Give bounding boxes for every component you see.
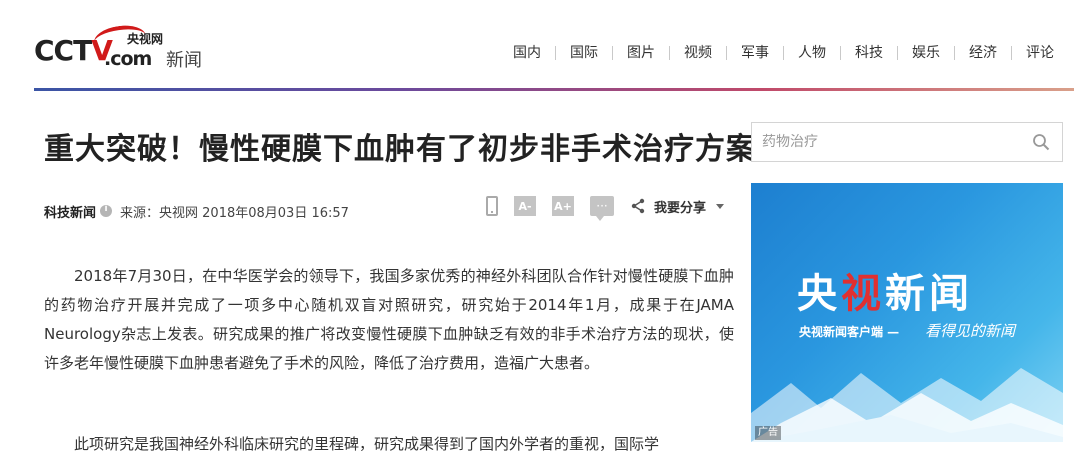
logo-cctv: CCTV (34, 34, 113, 67)
share-button[interactable]: 我要分享 (630, 197, 724, 216)
article-paragraph: 此项研究是我国神经外科临床研究的里程碑，研究成果得到了国内外学者的重视，国际学 (74, 435, 660, 453)
logo-site-name: 央视网 (127, 32, 164, 46)
chevron-down-icon (716, 203, 724, 209)
article-meta: 科技新闻 来源：央视网 2018年08月03日 16:57 A- A+ ··· … (44, 196, 734, 222)
ad-subtitle: 央视新闻客户端 — (799, 325, 900, 339)
nav-item-economy[interactable]: 经济 (955, 44, 1011, 62)
phone-icon[interactable] (485, 196, 498, 216)
share-label: 我要分享 (653, 200, 706, 216)
share-icon (631, 198, 645, 214)
nav-item-military[interactable]: 军事 (727, 44, 783, 62)
article-title: 重大突破！慢性硬膜下血肿有了初步非手术治疗方案 (44, 132, 757, 167)
ad-badge: 广告 (755, 426, 781, 440)
nav-item-video[interactable]: 视频 (670, 44, 726, 62)
article-category[interactable]: 科技新闻 (44, 202, 96, 221)
ad-title: 央视新闻 (797, 271, 973, 317)
search-icon[interactable] (1032, 133, 1050, 151)
article-toolbar: A- A+ ··· 我要分享 (470, 196, 724, 221)
ad-mountain-graphic (751, 368, 1063, 442)
search-input[interactable] (762, 131, 1022, 153)
nav-item-international[interactable]: 国际 (556, 44, 612, 62)
logo-com: .com (104, 48, 152, 70)
header-divider (34, 88, 1074, 91)
main-nav: 国内 国际 图片 视频 军事 人物 科技 娱乐 经济 评论 (499, 44, 1068, 62)
ad-banner[interactable]: 央视新闻 央视新闻客户端 — 看得见的新闻 广告 (751, 183, 1063, 442)
nav-item-entertainment[interactable]: 娱乐 (898, 44, 954, 62)
logo-section: 新闻 (166, 50, 202, 70)
nav-item-technology[interactable]: 科技 (841, 44, 897, 62)
nav-item-commentary[interactable]: 评论 (1012, 44, 1068, 62)
ad-slogan: 看得见的新闻 (925, 322, 1016, 340)
info-icon (100, 204, 113, 217)
comment-icon[interactable]: ··· (589, 196, 614, 221)
search-box (751, 122, 1063, 162)
nav-item-domestic[interactable]: 国内 (499, 44, 555, 62)
font-decrease-icon[interactable]: A- (513, 196, 536, 216)
cctv-logo[interactable]: CCTV 央视网 .com 新闻 (34, 22, 214, 70)
site-header: CCTV 央视网 .com 新闻 国内 国际 图片 视频 军事 人物 科技 娱乐… (0, 0, 1080, 91)
article-source: 来源：央视网 2018年08月03日 16:57 (120, 205, 349, 221)
nav-item-people[interactable]: 人物 (784, 44, 840, 62)
font-increase-icon[interactable]: A+ (551, 196, 574, 216)
nav-item-pictures[interactable]: 图片 (613, 44, 669, 62)
article-paragraph: 2018年7月30日，在中华医学会的领导下，我国多家优秀的神经外科团队合作针对慢… (44, 267, 734, 372)
